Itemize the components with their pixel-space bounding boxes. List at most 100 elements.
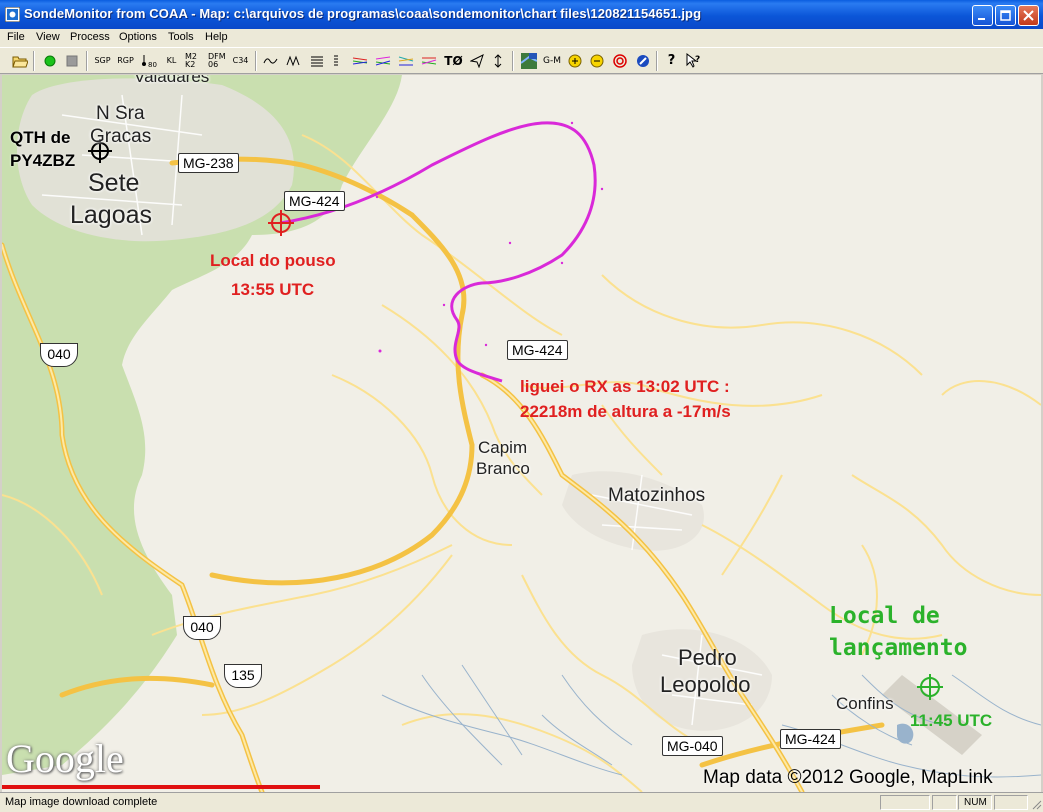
town-pedro: Pedro: [678, 645, 737, 670]
gm-label: G-M: [543, 55, 561, 66]
rgp-button[interactable]: RGP: [116, 51, 135, 70]
dfm06-button[interactable]: DFM 06: [208, 51, 227, 70]
gm-button[interactable]: G-M: [541, 51, 563, 70]
road-label-mg424: MG-424: [507, 340, 568, 360]
minimize-icon: [978, 18, 985, 20]
town-confins: Confins: [836, 694, 894, 713]
map-canvas: [2, 75, 1041, 792]
rx-label-line1: liguei o RX as 13:02 UTC :: [520, 377, 730, 396]
road-label-mg424: MG-424: [284, 191, 345, 211]
toolbar-separator: [33, 51, 35, 71]
road-label-mg424: MG-424: [780, 729, 841, 749]
m2k2-button[interactable]: M2 K2: [185, 51, 204, 70]
folder-open-icon: [11, 56, 28, 67]
close-icon: [1023, 10, 1034, 21]
kl-button[interactable]: KL: [162, 51, 181, 70]
multi-line-chart-icon: [398, 56, 413, 65]
sgp-button[interactable]: SGP: [93, 51, 112, 70]
svg-text:?: ?: [695, 55, 700, 65]
map-icon: [520, 52, 537, 69]
qth-label-line1: QTH de: [10, 128, 71, 147]
maximize-icon: [1000, 10, 1011, 21]
wave-button[interactable]: [261, 51, 280, 70]
town-capim: Capim: [478, 438, 528, 457]
minimize-button[interactable]: [972, 5, 993, 26]
vertical-arrow-button[interactable]: [488, 51, 507, 70]
maximize-button[interactable]: [995, 5, 1016, 26]
t0-button[interactable]: TØ: [444, 51, 463, 70]
paper-plane-icon: [469, 53, 484, 68]
window-title: SondeMonitor from COAA - Map: c:\arquivo…: [24, 6, 702, 21]
lines-icon: [310, 56, 323, 66]
launch-label-line3: 11:45 UTC: [910, 711, 993, 730]
town-lagoas: Lagoas: [70, 201, 153, 229]
chart3-button[interactable]: [396, 51, 415, 70]
launch-label-line2: lançamento: [829, 635, 968, 661]
road-label-mg040: MG-040: [662, 736, 723, 756]
google-logo: Google: [6, 736, 124, 781]
open-button[interactable]: [10, 51, 29, 70]
status-pane-empty: [994, 795, 1028, 810]
resize-grip-icon[interactable]: [1030, 798, 1042, 810]
toolbar-separator: [86, 51, 88, 71]
map-button[interactable]: [519, 51, 538, 70]
menu-bar: File View Process Options Tools Help: [0, 29, 1043, 47]
navigate-button[interactable]: [633, 51, 652, 70]
menu-view[interactable]: View: [36, 31, 60, 43]
town-branco: Branco: [476, 459, 530, 478]
download-progress-bar: [2, 785, 320, 789]
svg-text:80: 80: [148, 61, 157, 68]
c34-label: C34: [232, 55, 249, 65]
up-down-arrow-icon: [494, 53, 501, 68]
route-shield-040: 040: [183, 616, 221, 640]
signal-button[interactable]: [284, 51, 303, 70]
sonde-80-icon: 80: [141, 54, 157, 68]
menu-options[interactable]: Options: [119, 31, 157, 43]
chart1-button[interactable]: [350, 51, 369, 70]
send-button[interactable]: [467, 51, 486, 70]
bars-icon: [333, 55, 338, 65]
question-icon: ?: [667, 52, 676, 68]
title-bar[interactable]: SondeMonitor from COAA - Map: c:\arquivo…: [0, 0, 1043, 29]
zoom-out-button[interactable]: [587, 51, 606, 70]
multi-line-chart-icon: [352, 57, 367, 64]
stop-icon: [66, 55, 77, 66]
m2k2-label: M2 K2: [185, 51, 197, 69]
menu-tools[interactable]: Tools: [168, 31, 194, 43]
close-button[interactable]: [1018, 5, 1039, 26]
compass-icon: [636, 54, 649, 67]
wave-icon: [263, 57, 277, 64]
context-help-button[interactable]: ?: [684, 51, 703, 70]
zoom-in-button[interactable]: [565, 51, 584, 70]
qth-label-line2: PY4ZBZ: [10, 151, 76, 170]
map-view[interactable]: Valadares N Sra Gracas Sete Lagoas Capim…: [2, 75, 1041, 792]
multi-line-chart-icon: [421, 57, 436, 64]
target-button[interactable]: [610, 51, 629, 70]
launch-label-line1: Local de: [829, 603, 940, 629]
rs80-button[interactable]: 80: [139, 51, 158, 70]
kl-label: KL: [166, 55, 177, 65]
start-button[interactable]: [40, 51, 59, 70]
menu-help[interactable]: Help: [205, 31, 228, 43]
chart4-button[interactable]: [419, 51, 438, 70]
bars-button[interactable]: [326, 51, 345, 70]
c34-button[interactable]: C34: [231, 51, 250, 70]
lines-button[interactable]: [307, 51, 326, 70]
zoom-out-icon: [590, 54, 603, 67]
zoom-in-icon: [568, 54, 581, 67]
rgp-label: RGP: [117, 55, 134, 65]
menu-process[interactable]: Process: [70, 31, 110, 43]
landing-label-line2: 13:55 UTC: [231, 280, 315, 299]
toolbar-separator: [512, 51, 514, 71]
town-nsra: N Sra: [96, 103, 145, 124]
sgp-label: SGP: [94, 55, 111, 65]
town-gracas: Gracas: [90, 126, 152, 147]
stop-button[interactable]: [62, 51, 81, 70]
app-icon: [5, 7, 20, 22]
menu-file[interactable]: File: [7, 31, 25, 43]
help-button[interactable]: ?: [662, 51, 681, 70]
signal-wave-icon: [286, 55, 299, 66]
status-pane-empty: [932, 795, 957, 810]
chart2-button[interactable]: [373, 51, 392, 70]
multi-line-chart-icon: [375, 56, 390, 65]
